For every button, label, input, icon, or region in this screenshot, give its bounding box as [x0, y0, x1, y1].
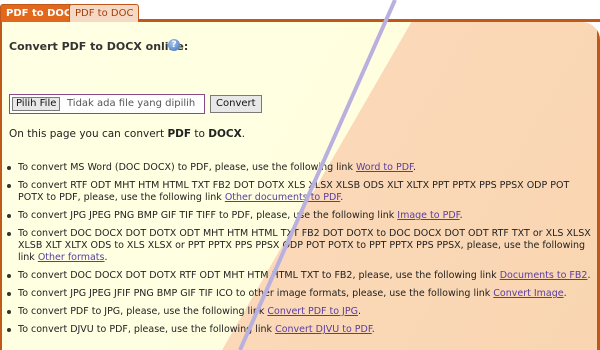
list-item: To convert JPG JPEG JFIF PNG BMP GIF TIF… — [5, 288, 595, 300]
page-title: Convert PDF to DOCX online: — [9, 40, 189, 53]
list-item-text: To convert MS Word (DOC DOCX) to PDF, pl… — [18, 162, 356, 173]
list-item: To convert PDF to JPG, please, use the f… — [5, 306, 595, 318]
intro-to: DOCX — [208, 128, 242, 140]
link-convert-pdf-to-jpg[interactable]: Convert PDF to JPG — [267, 306, 358, 317]
list-item-tail: . — [371, 324, 375, 335]
link-other-formats[interactable]: Other formats — [38, 252, 105, 263]
list-item: To convert DOC DOCX DOT DOTX RTF ODT MHT… — [5, 270, 595, 282]
link-documents-to-fb2[interactable]: Documents to FB2 — [500, 270, 588, 281]
help-icon[interactable]: ? — [168, 39, 180, 51]
intro-suffix: . — [241, 128, 246, 140]
list-item: To convert JPG JPEG PNG BMP GIF TIF TIFF… — [5, 210, 595, 222]
list-item-tail: . — [357, 306, 361, 317]
list-item-text: To convert JPG JPEG JFIF PNG BMP GIF TIF… — [18, 288, 494, 299]
choose-file-button[interactable]: Pilih File — [12, 97, 61, 111]
list-item-text: To convert PDF to JPG, please, use the f… — [18, 306, 268, 317]
list-item-tail: . — [104, 252, 108, 263]
list-item-text: To convert JPG JPEG PNG BMP GIF TIF TIFF… — [18, 210, 398, 221]
list-item: To convert DOC DOCX DOT DOTX ODT MHT HTM… — [5, 228, 595, 264]
list-item-tail: . — [412, 162, 416, 173]
link-convert-djvu-to-pdf[interactable]: Convert DJVU to PDF — [275, 324, 372, 335]
link-word-to-pdf[interactable]: Word to PDF — [356, 162, 413, 173]
list-item-tail: . — [563, 288, 567, 299]
tab-bar: PDF to DOCX PDF to DOC — [0, 0, 600, 23]
file-input[interactable]: Pilih File Tidak ada file yang dipilih — [9, 94, 205, 114]
intro-prefix: On this page you can convert — [9, 128, 168, 140]
list-item: To convert DJVU to PDF, please, use the … — [5, 324, 595, 336]
file-status-text: Tidak ada file yang dipilih — [67, 98, 196, 109]
list-item-tail: . — [459, 210, 463, 221]
link-other-documents-to-pdf[interactable]: Other documents to PDF — [225, 192, 340, 203]
link-image-to-pdf[interactable]: Image to PDF — [397, 210, 459, 221]
tab-pdf-to-doc[interactable]: PDF to DOC — [69, 4, 140, 23]
list-item-tail: . — [340, 192, 344, 203]
list-item-text: To convert DJVU to PDF, please, use the … — [18, 324, 276, 335]
list-item: To convert MS Word (DOC DOCX) to PDF, pl… — [5, 162, 595, 174]
list-item-tail: . — [587, 270, 591, 281]
list-item: To convert RTF ODT MHT HTM HTML TXT FB2 … — [5, 180, 595, 204]
intro-text: On this page you can convert PDF to DOCX… — [9, 128, 245, 140]
convert-button[interactable]: Convert — [210, 95, 262, 113]
link-convert-image[interactable]: Convert Image — [493, 288, 563, 299]
list-item-text: To convert DOC DOCX DOT DOTX RTF ODT MHT… — [18, 270, 500, 281]
intro-from: PDF — [167, 128, 192, 140]
conversion-links-list: To convert MS Word (DOC DOCX) to PDF, pl… — [5, 162, 595, 342]
intro-middle: to — [191, 128, 209, 140]
